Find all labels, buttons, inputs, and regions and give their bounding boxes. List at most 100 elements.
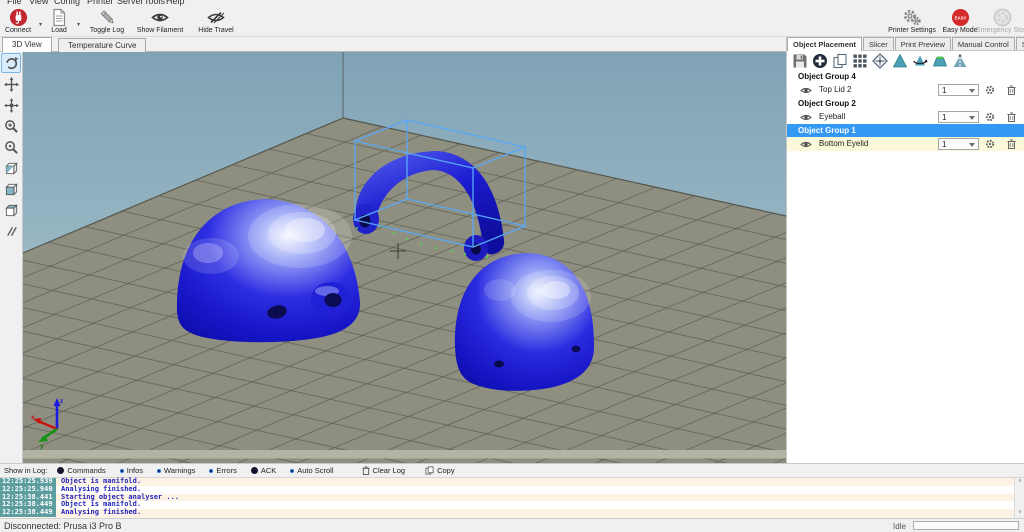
viewport-3d[interactable]: x y z — [23, 52, 786, 463]
copies-dropdown[interactable]: 1 — [938, 84, 979, 96]
menu-printer[interactable]: Printer — [87, 0, 114, 6]
object-settings-gear-icon[interactable] — [985, 112, 995, 124]
scroll-up-icon[interactable]: ˄ — [1015, 478, 1024, 487]
center-object-button[interactable] — [871, 52, 888, 69]
infos-dot-icon — [119, 468, 124, 473]
log-toggle-warnings[interactable]: Warnings — [157, 466, 195, 475]
scale-object-button[interactable] — [891, 52, 908, 69]
isometric-view-button[interactable] — [1, 158, 21, 178]
log-toggle-errors[interactable]: Errors — [209, 466, 237, 475]
save-objects-button[interactable] — [791, 52, 808, 69]
group-header[interactable]: Object Group 4 — [787, 70, 1024, 83]
load-dropdown-arrow[interactable]: ▾ — [75, 21, 82, 29]
eye-icon — [150, 8, 170, 27]
menu-view[interactable]: View — [29, 0, 48, 6]
errors-dot-icon — [209, 468, 214, 473]
svg-text:y: y — [40, 443, 44, 450]
visibility-eye-icon[interactable] — [800, 140, 812, 151]
log-toggle-auto-scroll[interactable]: Auto Scroll — [290, 466, 334, 475]
log-toggle-ack[interactable]: ACK — [250, 466, 276, 475]
tab-print-preview[interactable]: Print Preview — [894, 37, 951, 50]
rotate-view-button[interactable] — [1, 53, 21, 73]
menu-bar: File View Config Printer Server Tools He… — [0, 0, 1024, 7]
connection-status-text: Disconnected: Prusa i3 Pro B — [4, 521, 122, 531]
clear-log-button[interactable]: Clear Log — [361, 466, 405, 475]
right-panel-tabs: Object Placement Slicer Print Preview Manua… — [787, 37, 1024, 51]
auto-scroll-dot-icon — [290, 468, 295, 473]
copy-log-button[interactable]: Copy — [425, 466, 455, 475]
object-row-eyeball[interactable]: Eyeball 1 — [787, 110, 1024, 124]
log-entry: 12:25:38.449 Object is manifold. — [0, 501, 1014, 510]
toggle-perspective-button[interactable] — [1, 221, 21, 241]
tab-slicer[interactable]: Slicer — [862, 37, 894, 50]
lay-flat-button[interactable] — [931, 52, 948, 69]
move-viewpoint-button[interactable] — [1, 95, 21, 115]
tab-manual-control[interactable]: Manual Control — [951, 37, 1015, 50]
viewport-tool-strip — [0, 52, 23, 463]
group-header-selected[interactable]: Object Group 1 — [787, 124, 1024, 137]
log-section: Show in Log: Commands Infos Warnings Err… — [0, 463, 1024, 518]
object-name: Top Lid 2 — [819, 85, 852, 94]
svg-text:EASY: EASY — [954, 16, 966, 21]
tab-sd-card[interactable]: SD Card — [1015, 37, 1024, 50]
object-row-bottom-eyelid[interactable]: Bottom Eyelid 1 — [787, 137, 1024, 151]
zoom-in-button[interactable] — [1, 116, 21, 136]
delete-object-trash-icon[interactable] — [1007, 139, 1016, 151]
copy-object-button[interactable] — [831, 52, 848, 69]
delete-object-trash-icon[interactable] — [1007, 112, 1016, 124]
log-toolbar: Show in Log: Commands Infos Warnings Err… — [0, 464, 1024, 478]
menu-server[interactable]: Server — [117, 0, 144, 6]
easy-mode-button[interactable]: EASY Easy Mode — [941, 8, 979, 36]
repetier-host-window: File View Config Printer Server Tools He… — [0, 0, 1024, 532]
menu-file[interactable]: File — [7, 0, 22, 6]
visibility-eye-icon[interactable] — [800, 86, 812, 97]
object-list: Object Group 4 Top Lid 2 1 Object Group … — [787, 70, 1024, 151]
log-entry: 12:25:38.441 Starting object analyser ... — [0, 493, 1014, 502]
ack-dot-icon — [250, 467, 258, 474]
group-header[interactable]: Object Group 2 — [787, 97, 1024, 110]
progress-bar — [913, 521, 1019, 530]
svg-text:x: x — [31, 414, 35, 421]
menu-help[interactable]: Help — [166, 0, 185, 6]
rotate-object-button[interactable] — [911, 52, 928, 69]
show-in-log-label: Show in Log: — [4, 466, 48, 475]
tab-3d-view[interactable]: 3D View — [2, 37, 52, 52]
zoom-out-button[interactable] — [1, 137, 21, 157]
menu-tools[interactable]: Tools — [144, 0, 165, 6]
connect-dropdown-arrow[interactable]: ▾ — [37, 21, 44, 29]
visibility-eye-icon[interactable] — [800, 113, 812, 124]
show-filament-button[interactable]: Show Filament — [131, 8, 189, 36]
tab-temperature-curve[interactable]: Temperature Curve — [58, 38, 147, 52]
log-scrollbar[interactable]: ˄ ˅ — [1014, 478, 1024, 518]
warnings-dot-icon — [157, 468, 161, 473]
autoposition-button[interactable] — [851, 52, 868, 69]
easy-mode-icon: EASY — [951, 8, 970, 27]
commands-dot-icon — [57, 467, 65, 474]
log-entries[interactable]: 12:25:25.939 Object is manifold. 12:25:25… — [0, 477, 1014, 518]
printer-settings-button[interactable]: Printer Settings — [884, 8, 940, 36]
add-object-button[interactable] — [811, 52, 828, 69]
front-view-button[interactable] — [1, 179, 21, 199]
object-settings-gear-icon[interactable] — [985, 139, 995, 151]
status-bar: Disconnected: Prusa i3 Pro B Idle — [0, 518, 1024, 532]
load-button[interactable]: Load — [45, 8, 73, 36]
menu-config[interactable]: Config — [54, 0, 80, 6]
hide-travel-button[interactable]: Hide Travel — [191, 8, 241, 36]
log-toggle-infos[interactable]: Infos — [119, 466, 143, 475]
delete-object-trash-icon[interactable] — [1007, 85, 1016, 97]
object-placement-toolbar — [787, 51, 1024, 70]
printer-state-text: Idle — [893, 522, 906, 531]
scroll-down-icon[interactable]: ˅ — [1015, 509, 1024, 518]
connect-button[interactable]: Connect — [1, 8, 35, 36]
log-toggle-commands[interactable]: Commands — [57, 466, 106, 475]
tab-object-placement[interactable]: Object Placement — [787, 37, 862, 51]
copies-dropdown[interactable]: 1 — [938, 111, 979, 123]
toggle-log-button[interactable]: Toggle Log — [84, 8, 130, 36]
log-entry: 12:25:25.939 Object is manifold. — [0, 477, 1014, 486]
top-view-button[interactable] — [1, 200, 21, 220]
copies-dropdown[interactable]: 1 — [938, 138, 979, 150]
object-settings-gear-icon[interactable] — [985, 85, 995, 97]
object-row-top-lid-2[interactable]: Top Lid 2 1 — [787, 83, 1024, 97]
move-object-button[interactable] — [1, 74, 21, 94]
object-analysis-button[interactable] — [951, 52, 968, 69]
